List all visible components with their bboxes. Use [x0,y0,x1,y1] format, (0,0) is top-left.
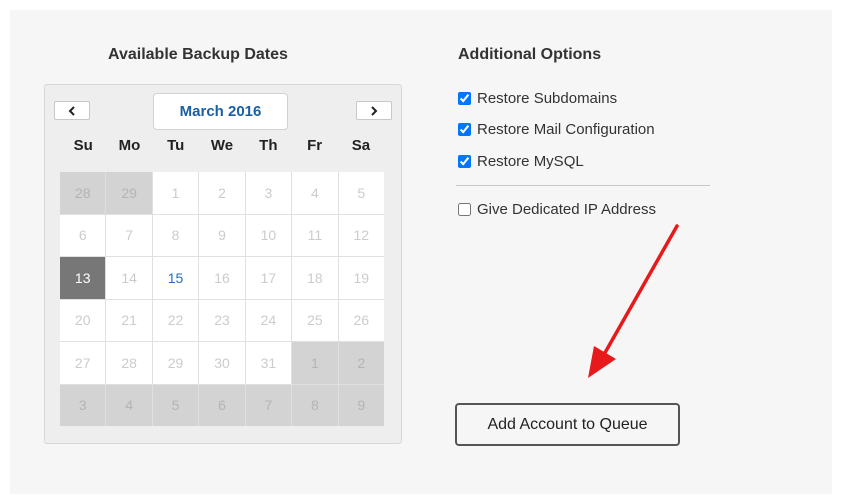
option-label: Give Dedicated IP Address [477,201,656,218]
calendar-day-grid: 28 29 1 2 3 4 5 6 7 8 9 10 11 12 13 14 1… [60,172,384,426]
backup-dates-heading: Available Backup Dates [108,46,288,63]
calendar-day: 26 [338,299,384,341]
calendar-day-outside: 8 [292,384,338,426]
weekday-label: Mo [118,137,141,154]
calendar-day: 24 [245,299,292,341]
weekday-header: Su Mo Tu We Th Fr Sa [60,137,384,154]
additional-options-heading: Additional Options [458,46,602,63]
weekday-label: Fr [307,137,323,154]
calendar-day-outside: 5 [152,384,199,426]
calendar-day: 25 [292,299,338,341]
calendar-day-outside: 9 [338,384,384,426]
restore-mail-checkbox[interactable] [458,123,471,136]
calendar-day: 11 [292,214,338,256]
chevron-right-icon [371,105,378,116]
calendar-day: 19 [338,257,384,299]
dedicated-ip-checkbox[interactable] [458,203,471,216]
add-account-to-queue-button[interactable]: Add Account to Queue [455,403,680,446]
weekday-label: Tu [167,137,185,154]
weekday-label: We [210,137,234,154]
option-label: Restore MySQL [477,153,584,170]
calendar-day: 9 [199,214,245,256]
calendar-day-selected[interactable]: 13 [60,257,106,299]
restore-subdomains-checkbox[interactable] [458,92,471,105]
calendar-day-outside: 4 [106,384,152,426]
calendar-day-available[interactable]: 15 [152,257,199,299]
calendar-day: 29 [152,342,199,384]
calendar-day: 28 [106,342,152,384]
calendar-day: 8 [152,214,199,256]
dedicated-ip-option[interactable]: Give Dedicated IP Address [458,201,656,218]
calendar-day-outside: 1 [292,342,338,384]
calendar-day-outside: 3 [60,384,106,426]
calendar-day: 1 [152,172,199,214]
calendar-day: 12 [338,214,384,256]
calendar-day: 17 [245,257,292,299]
calendar-day: 27 [60,342,106,384]
calendar-day: 22 [152,299,199,341]
calendar-day: 5 [338,172,384,214]
calendar-day: 20 [60,299,106,341]
calendar-day: 23 [199,299,245,341]
calendar-day-outside: 7 [245,384,292,426]
restore-mysql-checkbox[interactable] [458,155,471,168]
calendar-day: 30 [199,342,245,384]
weekday-label: Su [73,137,93,154]
calendar-day: 10 [245,214,292,256]
calendar-day-outside: 29 [106,172,152,214]
month-selector[interactable]: March 2016 [153,93,288,130]
option-label: Restore Mail Configuration [477,121,655,138]
calendar-day: 2 [199,172,245,214]
restore-subdomains-option[interactable]: Restore Subdomains [458,90,617,107]
calendar-day: 16 [199,257,245,299]
calendar-day-outside: 6 [199,384,245,426]
calendar-day: 21 [106,299,152,341]
option-label: Restore Subdomains [477,90,618,107]
weekday-label: Sa [351,137,371,154]
weekday-label: Th [259,137,278,154]
calendar-day: 7 [106,214,152,256]
calendar-day-outside: 28 [60,172,106,214]
chevron-left-icon [68,105,75,116]
calendar-day: 3 [245,172,292,214]
next-month-button[interactable] [356,101,392,120]
restore-mysql-option[interactable]: Restore MySQL [458,153,584,170]
calendar-day-outside: 2 [338,342,384,384]
calendar-day: 18 [292,257,338,299]
calendar-day: 4 [292,172,338,214]
calendar-day: 6 [60,214,106,256]
previous-month-button[interactable] [54,101,90,120]
calendar-day: 14 [106,257,152,299]
restore-mail-option[interactable]: Restore Mail Configuration [458,121,655,138]
options-divider [456,185,710,186]
red-arrow-icon [588,224,679,378]
calendar-day: 31 [245,342,292,384]
